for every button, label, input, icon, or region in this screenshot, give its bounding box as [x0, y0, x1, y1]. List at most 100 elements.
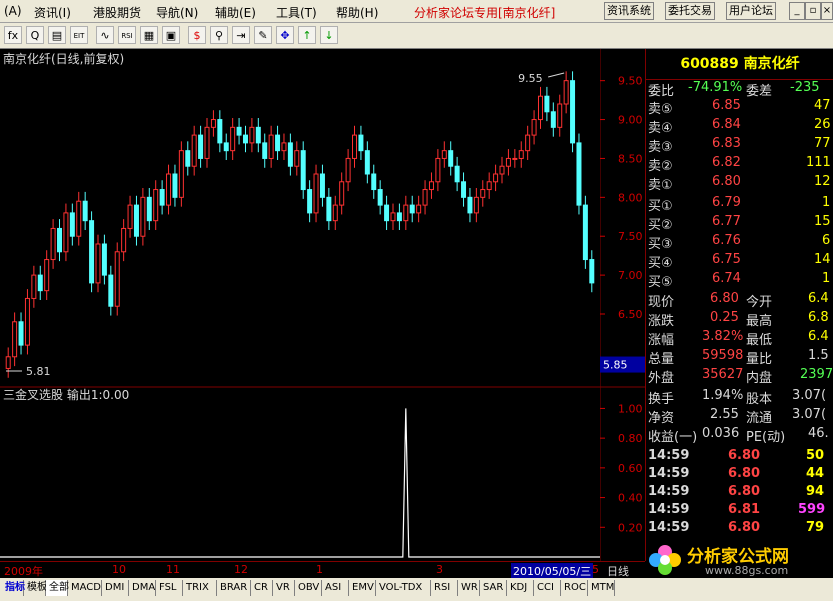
ask-label: 卖⑤	[648, 102, 673, 117]
stat-label: 涨跌	[648, 314, 675, 329]
indicator-tab-dmi[interactable]: DMI	[102, 580, 129, 596]
indicator-tab-模板[interactable]: 模板	[24, 580, 47, 596]
quote-panel: 600889 南京化纤 委比 -74.91% 委差 -235 卖⑤ 6.85 47 卖…	[645, 49, 833, 561]
tick-time: 14:59	[648, 466, 690, 481]
wave-icon[interactable]: ∿	[96, 26, 114, 44]
bid-label: 买②	[648, 218, 673, 233]
stat-row: 涨幅 3.82% 最低 6.4	[646, 329, 833, 348]
menu-item-tools[interactable]: 工具(T)	[276, 4, 317, 21]
indicator-tab-brar[interactable]: BRAR	[217, 580, 251, 596]
menu-item-aux[interactable]: 辅助(E)	[215, 4, 256, 21]
link-icon[interactable]: ⚲	[210, 26, 228, 44]
indicator-tab-mtm[interactable]: MTM	[588, 580, 615, 596]
indicator-tab-指标[interactable]: 指标	[2, 580, 25, 596]
tick-volume: 44	[806, 466, 825, 481]
zoom-icon[interactable]: Q	[26, 26, 44, 44]
indicator-tick-label: 0.60	[618, 462, 643, 475]
candle	[178, 141, 184, 207]
pencil-icon[interactable]: ✎	[254, 26, 272, 44]
forum-title: 分析家论坛专用[南京化纤]	[414, 6, 556, 20]
indicator-tab-全部[interactable]: 全部	[46, 580, 69, 596]
ask-row: 卖② 6.82 111	[646, 155, 833, 174]
info-system-button[interactable]: 资讯系统	[604, 2, 654, 20]
fx-icon[interactable]: fx	[4, 26, 22, 44]
candle	[576, 133, 582, 215]
indicator-tab-obv[interactable]: OBV	[295, 580, 322, 596]
bid-price: 6.77	[712, 214, 741, 229]
price-tick-label: 7.50	[618, 230, 643, 243]
menu-item-hk-futures[interactable]: 港股期货	[93, 4, 141, 21]
indicator-tick-label: 1.00	[618, 402, 643, 415]
stat-label: 总量	[648, 352, 675, 367]
indicator-tab-macd[interactable]: MACD	[68, 580, 102, 596]
date-axis-label: 10	[112, 563, 126, 576]
ask-price: 6.80	[712, 174, 741, 189]
tick-row: 14:59 6.80 44	[646, 466, 833, 484]
bid-row: 买④ 6.75 14	[646, 252, 833, 271]
tick-row: 14:59 6.81 599	[646, 502, 833, 520]
eit-icon[interactable]: EIT	[70, 26, 88, 44]
fund-row: 收益(一) 0.036 PE(动) 46.	[646, 426, 833, 445]
arrow-down-icon[interactable]: ↓	[320, 26, 338, 44]
indicator-tab-dma[interactable]: DMA	[129, 580, 156, 596]
bid-label: 买④	[648, 256, 673, 271]
trade-button[interactable]: 委托交易	[665, 2, 715, 20]
tick-volume: 79	[806, 520, 825, 535]
indicator-tab-sar[interactable]: SAR	[480, 580, 507, 596]
logo-url: www.88gs.com	[705, 564, 789, 577]
close-icon[interactable]: ×	[821, 2, 833, 20]
arrow-up-icon[interactable]: ↑	[298, 26, 316, 44]
indicator-tab-asi[interactable]: ASI	[322, 580, 349, 596]
high-price-label: 9.55	[518, 72, 543, 85]
chart-period-label: 日线	[607, 565, 629, 578]
indicator-tab-cr[interactable]: CR	[251, 580, 273, 596]
chart-icon[interactable]: ▤	[48, 26, 66, 44]
stat-value: 35627	[702, 367, 744, 382]
indicator-tab-fsl[interactable]: FSL	[156, 580, 183, 596]
svg-text:5.85: 5.85	[603, 359, 628, 372]
tick-row: 14:59 6.80 79	[646, 520, 833, 538]
indicator-tab-cci[interactable]: CCI	[534, 580, 561, 596]
date-axis-label: 3	[436, 563, 443, 576]
menu-item-info[interactable]: 资讯(I)	[34, 4, 71, 21]
menu-item-navigation[interactable]: 导航(N)	[156, 4, 198, 21]
indicator-tab-trix[interactable]: TRIX	[183, 580, 217, 596]
ask-row: 卖① 6.80 12	[646, 174, 833, 193]
user-forum-button[interactable]: 用户论坛	[726, 2, 776, 20]
indicator-tick-label: 0.80	[618, 432, 643, 445]
window-icon[interactable]: ▣	[162, 26, 180, 44]
fund-value: 0.036	[702, 426, 740, 441]
tick-volume: 94	[806, 484, 825, 499]
move-icon[interactable]: ✥	[276, 26, 294, 44]
menu-item-help[interactable]: 帮助(H)	[336, 4, 378, 21]
tick-time: 14:59	[648, 484, 690, 499]
indicator-tab-emv[interactable]: EMV	[349, 580, 376, 596]
date-axis-label: 1	[316, 563, 323, 576]
tick-price: 6.80	[728, 520, 761, 535]
grid-icon[interactable]: ▦	[140, 26, 158, 44]
indicator-tab-wr[interactable]: WR	[458, 580, 480, 596]
bid-volume: 14	[814, 252, 831, 267]
menu-item-a[interactable]: (A)	[4, 4, 22, 18]
indicator-tab-roc[interactable]: ROC	[561, 580, 588, 596]
indicator-tab-kdj[interactable]: KDJ	[507, 580, 534, 596]
stat-label: 最高	[746, 314, 773, 329]
stat-label: 内盘	[746, 371, 773, 386]
bid-row: 买② 6.77 15	[646, 214, 833, 233]
dollar-icon[interactable]: $	[188, 26, 206, 44]
minimize-icon[interactable]: _	[789, 2, 805, 20]
rsi-icon[interactable]: RSI	[118, 26, 136, 44]
indicator-tab-rsi[interactable]: RSI	[431, 580, 458, 596]
price-axis: 9.50 9.00 8.50 8.00 7.50 7.00 6.50 5.85 1.00 0.80…	[600, 49, 645, 561]
login-icon[interactable]: ⇥	[232, 26, 250, 44]
price-chart[interactable]: 南京化纤(日线,前复权) 9.55 5.81 三金叉选股 输出1:0.00	[0, 49, 600, 561]
price-tick-label: 6.50	[618, 308, 643, 321]
indicator-tab-vol-tdx[interactable]: VOL-TDX	[376, 580, 431, 596]
restore-icon[interactable]: ▫	[805, 2, 821, 20]
bid-row: 买① 6.79 1	[646, 195, 833, 214]
price-tick-label: 9.50	[618, 75, 643, 88]
indicator-tab-vr[interactable]: VR	[273, 580, 295, 596]
price-tick-label: 7.00	[618, 269, 643, 282]
date-axis-label: 11	[166, 563, 180, 576]
stat-value: 2397	[800, 367, 833, 382]
